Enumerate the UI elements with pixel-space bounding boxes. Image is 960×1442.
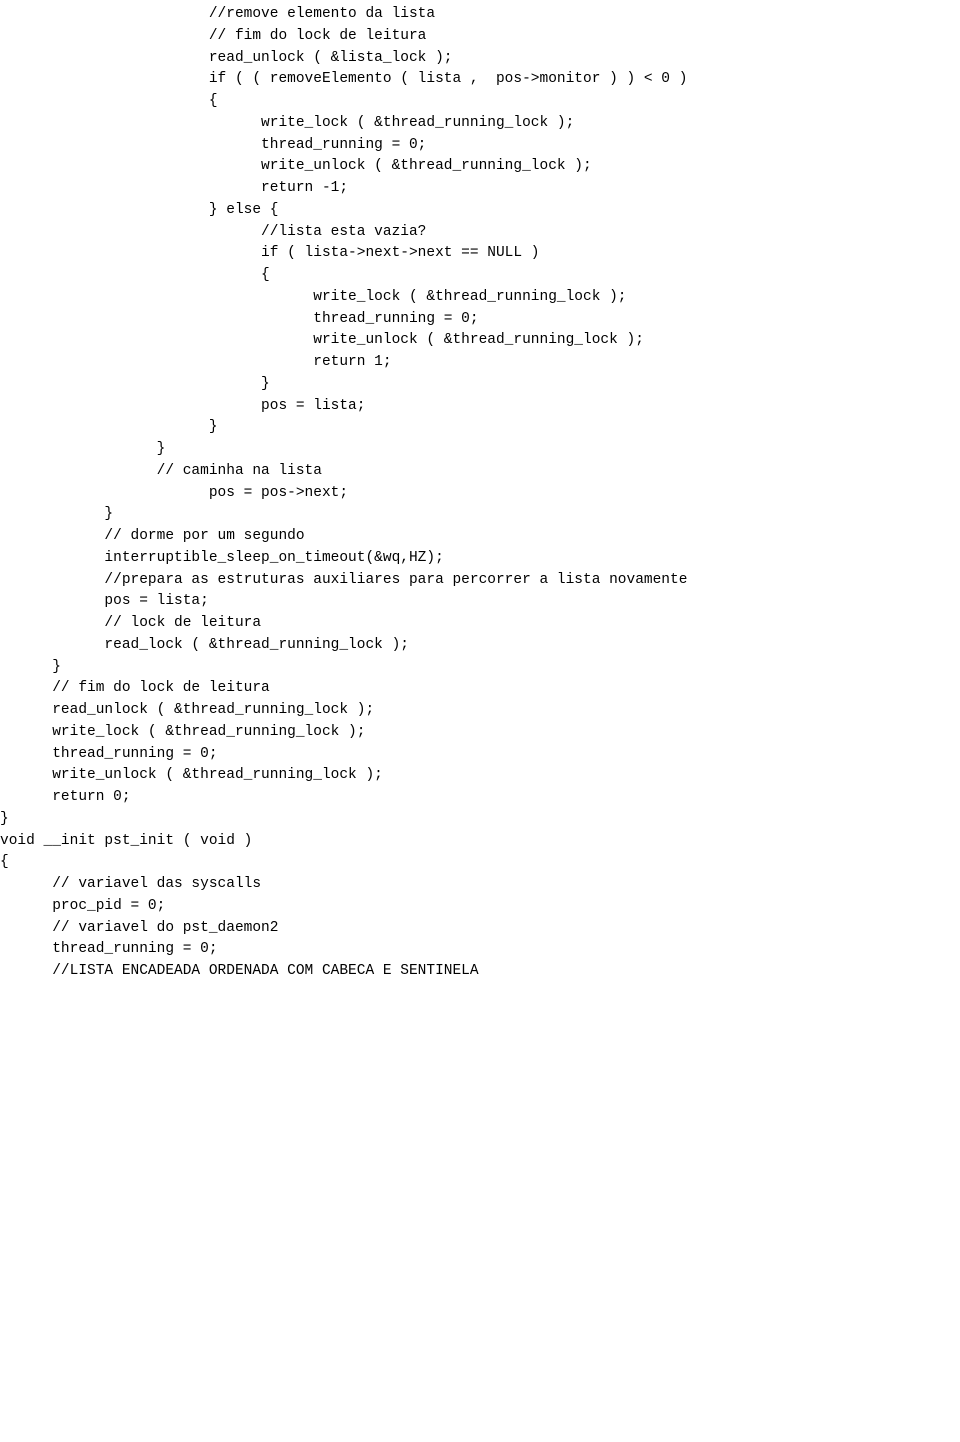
code-line: // variavel das syscalls [0, 874, 960, 896]
code-line: read_unlock ( &lista_lock ); [0, 48, 960, 70]
code-line: proc_pid = 0; [0, 896, 960, 918]
code-line: thread_running = 0; [0, 309, 960, 331]
code-line: return 1; [0, 352, 960, 374]
code-block: //remove elemento da lista // fim do loc… [0, 4, 960, 983]
code-line: read_lock ( &thread_running_lock ); [0, 635, 960, 657]
code-line: // fim do lock de leitura [0, 678, 960, 700]
code-line: write_unlock ( &thread_running_lock ); [0, 765, 960, 787]
code-line: pos = pos->next; [0, 483, 960, 505]
code-line: } [0, 504, 960, 526]
code-line: void __init pst_init ( void ) [0, 831, 960, 853]
code-line: } else { [0, 200, 960, 222]
code-line: } [0, 809, 960, 831]
code-line: { [0, 265, 960, 287]
code-line: write_lock ( &thread_running_lock ); [0, 113, 960, 135]
code-line: } [0, 417, 960, 439]
code-line: write_lock ( &thread_running_lock ); [0, 722, 960, 744]
code-line: if ( lista->next->next == NULL ) [0, 243, 960, 265]
code-line: read_unlock ( &thread_running_lock ); [0, 700, 960, 722]
code-line: //lista esta vazia? [0, 222, 960, 244]
code-line: if ( ( removeElemento ( lista , pos->mon… [0, 69, 960, 91]
code-line: pos = lista; [0, 591, 960, 613]
code-line: // fim do lock de leitura [0, 26, 960, 48]
code-line: pos = lista; [0, 396, 960, 418]
code-line: { [0, 852, 960, 874]
code-line: return -1; [0, 178, 960, 200]
code-line: { [0, 91, 960, 113]
code-line: // variavel do pst_daemon2 [0, 918, 960, 940]
code-line: } [0, 439, 960, 461]
code-line: thread_running = 0; [0, 135, 960, 157]
code-line: // lock de leitura [0, 613, 960, 635]
code-line: return 0; [0, 787, 960, 809]
code-line: write_unlock ( &thread_running_lock ); [0, 156, 960, 178]
code-line: thread_running = 0; [0, 744, 960, 766]
code-line: } [0, 374, 960, 396]
code-line: //remove elemento da lista [0, 4, 960, 26]
code-line: // dorme por um segundo [0, 526, 960, 548]
code-line: } [0, 657, 960, 679]
code-line: write_unlock ( &thread_running_lock ); [0, 330, 960, 352]
code-line: //LISTA ENCADEADA ORDENADA COM CABECA E … [0, 961, 960, 983]
code-line: thread_running = 0; [0, 939, 960, 961]
code-line: interruptible_sleep_on_timeout(&wq,HZ); [0, 548, 960, 570]
code-line: //prepara as estruturas auxiliares para … [0, 570, 960, 592]
code-line: // caminha na lista [0, 461, 960, 483]
code-line: write_lock ( &thread_running_lock ); [0, 287, 960, 309]
